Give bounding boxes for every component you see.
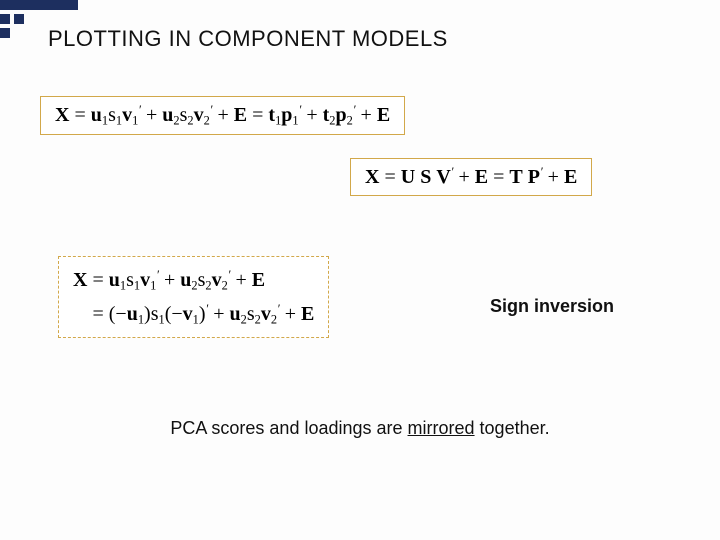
- sign-inversion-label: Sign inversion: [490, 296, 614, 317]
- equation-matrix-form: X = U S V′ + E = T P′ + E: [350, 158, 592, 196]
- footer-caption: PCA scores and loadings are mirrored tog…: [0, 418, 720, 439]
- equation-sign-inversion: X = u1s1v1′ + u2s2v2′ + E X = (−u1)s1(−v…: [58, 256, 329, 338]
- equation-expanded-tp: X = u1s1v1′ + u2s2v2′ + E = t1p1′ + t2p2…: [40, 96, 405, 135]
- slide-title: PLOTTING IN COMPONENT MODELS: [48, 26, 448, 52]
